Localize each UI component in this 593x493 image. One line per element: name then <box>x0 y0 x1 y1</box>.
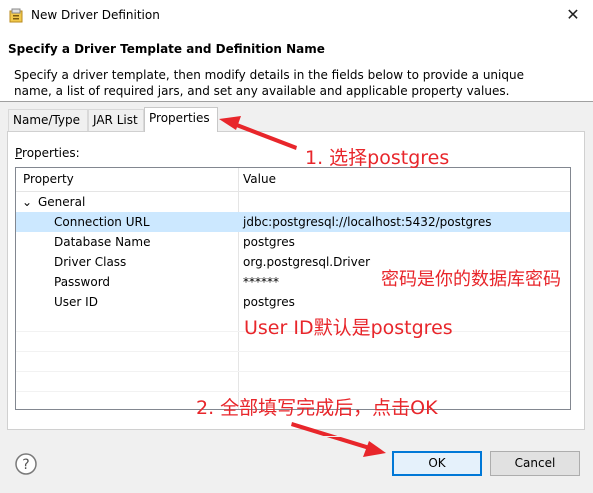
driver-definition-app-icon <box>9 8 23 23</box>
title-bar: New Driver Definition ✕ <box>0 0 593 32</box>
cancel-button[interactable]: Cancel <box>490 451 580 476</box>
empty-row-line <box>16 391 570 392</box>
properties-label: Properties: <box>15 146 80 160</box>
svg-text:?: ? <box>22 457 29 473</box>
ok-button[interactable]: OK <box>392 451 482 476</box>
page-description: Specify a driver template, then modify d… <box>14 68 524 98</box>
property-name: Driver Class <box>54 255 127 269</box>
property-value[interactable]: ****** <box>243 272 279 292</box>
grid-header: Property Value <box>16 168 570 192</box>
property-value[interactable]: jdbc:postgresql://localhost:5432/postgre… <box>243 212 491 232</box>
group-label: General <box>38 195 86 209</box>
group-row-general[interactable]: ⌄ General <box>16 192 570 212</box>
tab-jar-list[interactable]: JAR List <box>88 109 144 131</box>
column-header-property[interactable]: Property <box>23 172 74 186</box>
column-header-value[interactable]: Value <box>243 172 276 186</box>
window-title: New Driver Definition <box>31 8 160 22</box>
annotation-step2: 2. 全部填写完成后，点击OK <box>196 397 438 419</box>
chevron-down-icon[interactable]: ⌄ <box>22 192 32 212</box>
property-value[interactable]: postgres <box>243 232 295 252</box>
bottom-divider <box>0 436 593 437</box>
property-name: User ID <box>54 295 98 309</box>
annotation-step1: 1. 选择postgres <box>305 147 450 169</box>
close-icon[interactable]: ✕ <box>560 5 586 27</box>
property-value[interactable]: postgres <box>243 292 295 312</box>
page-title: Specify a Driver Template and Definition… <box>8 42 325 56</box>
annotation-userid-note: User ID默认是postgres <box>244 317 453 339</box>
empty-row-line <box>16 371 570 372</box>
empty-row-line <box>16 351 570 352</box>
tab-properties[interactable]: Properties <box>144 107 218 132</box>
annotation-password-note: 密码是你的数据库密码 <box>381 269 561 290</box>
table-row-user-id[interactable]: User ID postgres <box>16 292 570 312</box>
help-icon[interactable]: ? <box>14 452 38 476</box>
property-name: Password <box>54 275 111 289</box>
property-name: Database Name <box>54 235 151 249</box>
property-name: Connection URL <box>54 215 150 229</box>
table-row-database-name[interactable]: Database Name postgres <box>16 232 570 252</box>
tab-name-type[interactable]: Name/Type <box>8 109 88 131</box>
wizard-header: Specify a Driver Template and Definition… <box>0 32 593 102</box>
table-row-connection-url[interactable]: Connection URL jdbc:postgresql://localho… <box>16 212 570 232</box>
property-value[interactable]: org.postgresql.Driver <box>243 252 370 272</box>
